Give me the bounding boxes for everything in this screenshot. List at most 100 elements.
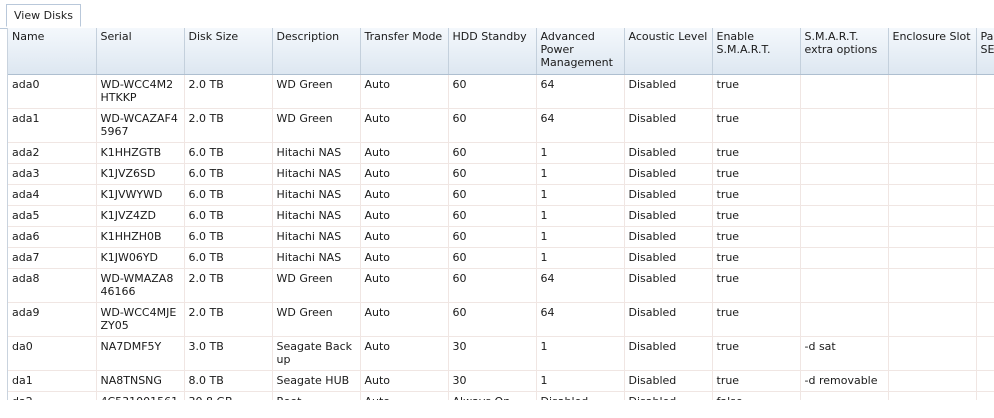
cell-partial xyxy=(976,268,994,303)
cell-apm: 1 xyxy=(536,184,625,206)
cell-smart-opts: -d removable xyxy=(800,370,889,392)
cell-apm: 1 xyxy=(536,205,625,227)
col-header-transfer-mode[interactable]: Transfer Mode xyxy=(360,28,449,75)
cell-partial xyxy=(976,336,994,371)
table-row[interactable]: da24C531001561030.8 GBRootAutoAlways OnD… xyxy=(8,391,994,400)
cell-slot xyxy=(888,247,977,269)
col-header-smart-extra-options[interactable]: S.M.A.R.T. extra options xyxy=(800,28,889,75)
table-row[interactable]: ada6 K1HHZH0B 6.0 TB Hitachi NAS Auto 60 1 Disa… xyxy=(8,226,994,248)
cell-acoustic: Disabled xyxy=(624,205,713,227)
cell-size: 6.0 TB xyxy=(184,163,273,185)
cell-transfer: Auto xyxy=(360,163,449,185)
col-header-acoustic-level[interactable]: Acoustic Level xyxy=(624,28,713,75)
cell-partial xyxy=(976,74,994,109)
cell-smart-opts xyxy=(800,391,889,400)
cell-serial: K1JW06YD xyxy=(96,247,185,269)
cell-name: ada5 xyxy=(8,205,97,227)
cell-description: Hitachi NAS xyxy=(272,226,361,248)
cell-slot xyxy=(888,184,977,206)
col-header-apm[interactable]: Advanced Power Management xyxy=(536,28,625,75)
cell-size: 8.0 TB xyxy=(184,370,273,392)
tab-bar: View Disks xyxy=(0,0,994,29)
table-row[interactable]: da1 NA8TNSNG 8.0 TB Seagate HUB Auto 30 1 Disab… xyxy=(8,370,994,392)
cell-smart: true xyxy=(712,74,801,109)
col-header-disk-size[interactable]: Disk Size xyxy=(184,28,273,75)
cell-acoustic: Disabled xyxy=(624,268,713,303)
cell-transfer: Auto xyxy=(360,74,449,109)
cell-smart-opts xyxy=(800,205,889,227)
cell-acoustic: Disabled xyxy=(624,336,713,371)
table-row[interactable]: ada5 K1JVZ4ZD 6.0 TB Hitachi NAS Auto 60 1 Disa… xyxy=(8,205,994,227)
cell-serial: 4C5310015610 xyxy=(96,391,185,400)
col-header-partial[interactable]: Pa SE xyxy=(976,28,994,75)
table-row[interactable]: da0 NA7DMF5Y 3.0 TB Seagate Backup Auto 30 1 Di… xyxy=(8,336,994,371)
cell-transfer: Auto xyxy=(360,268,449,303)
cell-apm: 64 xyxy=(536,108,625,143)
cell-smart-opts xyxy=(800,108,889,143)
cell-partial xyxy=(976,184,994,206)
cell-slot xyxy=(888,108,977,143)
cell-description: Seagate HUB xyxy=(272,370,361,392)
cell-apm: 1 xyxy=(536,226,625,248)
cell-acoustic: Disabled xyxy=(624,370,713,392)
cell-smart: false xyxy=(712,391,801,400)
cell-acoustic: Disabled xyxy=(624,226,713,248)
cell-name: ada2 xyxy=(8,142,97,164)
col-header-enable-smart[interactable]: Enable S.M.A.R.T. xyxy=(712,28,801,75)
table-row[interactable]: ada8 WD-WMAZA846166 2.0 TB WD Green Auto 60 64… xyxy=(8,268,994,303)
cell-size: 2.0 TB xyxy=(184,302,273,337)
cell-name: da2 xyxy=(8,391,97,400)
cell-serial: K1JVWYWD xyxy=(96,184,185,206)
table-row[interactable]: ada4 K1JVWYWD 6.0 TB Hitachi NAS Auto 60 1 Disa… xyxy=(8,184,994,206)
cell-smart: true xyxy=(712,247,801,269)
cell-size: 6.0 TB xyxy=(184,184,273,206)
cell-smart-opts xyxy=(800,268,889,303)
cell-transfer: Auto xyxy=(360,336,449,371)
cell-slot xyxy=(888,226,977,248)
cell-partial xyxy=(976,142,994,164)
cell-smart: true xyxy=(712,268,801,303)
table-row[interactable]: ada1 WD-WCAZAF45967 2.0 TB WD Green Auto 60 64… xyxy=(8,108,994,143)
cell-name: ada7 xyxy=(8,247,97,269)
cell-name: ada8 xyxy=(8,268,97,303)
cell-standby: 60 xyxy=(448,142,537,164)
table-row[interactable]: ada0 WD-WCC4M2HTKKP 2.0 TB WD Green Auto 60 64… xyxy=(8,74,994,109)
table-body: ada0 WD-WCC4M2HTKKP 2.0 TB WD Green Auto 60 64… xyxy=(8,74,994,400)
cell-slot xyxy=(888,163,977,185)
table-row[interactable]: ada9 WD-WCC4MJEZY05 2.0 TB WD Green Auto 60 64… xyxy=(8,302,994,337)
disks-grid: Name Serial Disk Size Description Transf… xyxy=(7,28,994,400)
col-header-name[interactable]: Name xyxy=(8,28,97,75)
cell-description: WD Green xyxy=(272,302,361,337)
cell-serial: NA7DMF5Y xyxy=(96,336,185,371)
table-row[interactable]: ada3 K1JVZ6SD 6.0 TB Hitachi NAS Auto 60 1 Disa… xyxy=(8,163,994,185)
cell-transfer: Auto xyxy=(360,302,449,337)
cell-slot xyxy=(888,74,977,109)
cell-serial: K1JVZ4ZD xyxy=(96,205,185,227)
cell-name: ada6 xyxy=(8,226,97,248)
cell-description: WD Green xyxy=(272,108,361,143)
cell-transfer: Auto xyxy=(360,108,449,143)
cell-acoustic: Disabled xyxy=(624,247,713,269)
cell-serial: NA8TNSNG xyxy=(96,370,185,392)
col-header-hdd-standby[interactable]: HDD Standby xyxy=(448,28,537,75)
cell-description: Hitachi NAS xyxy=(272,247,361,269)
cell-standby: 60 xyxy=(448,184,537,206)
cell-apm: 64 xyxy=(536,302,625,337)
col-header-enclosure-slot[interactable]: Enclosure Slot xyxy=(888,28,977,75)
cell-serial: WD-WMAZA846166 xyxy=(96,268,185,303)
tab-view-disks[interactable]: View Disks xyxy=(6,4,81,27)
cell-slot xyxy=(888,370,977,392)
cell-size: 30.8 GB xyxy=(184,391,273,400)
cell-transfer: Auto xyxy=(360,226,449,248)
col-header-description[interactable]: Description xyxy=(272,28,361,75)
header-row: Name Serial Disk Size Description Transf… xyxy=(8,28,994,75)
cell-standby: 60 xyxy=(448,226,537,248)
table-row[interactable]: ada2 K1HHZGTB 6.0 TB Hitachi NAS Auto 60 1 Disa… xyxy=(8,142,994,164)
col-header-serial[interactable]: Serial xyxy=(96,28,185,75)
cell-acoustic: Disabled xyxy=(624,108,713,143)
cell-size: 6.0 TB xyxy=(184,205,273,227)
cell-slot xyxy=(888,268,977,303)
cell-description: WD Green xyxy=(272,268,361,303)
cell-slot xyxy=(888,302,977,337)
table-row[interactable]: ada7 K1JW06YD 6.0 TB Hitachi NAS Auto 60 1 Disa… xyxy=(8,247,994,269)
